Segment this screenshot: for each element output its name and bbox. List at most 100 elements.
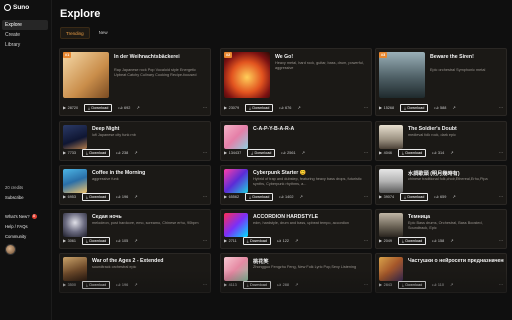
share-icon[interactable]: ↗ bbox=[452, 195, 455, 199]
share-icon[interactable]: ↗ bbox=[134, 239, 137, 243]
share-icon[interactable]: ↗ bbox=[450, 151, 453, 155]
cover-art[interactable] bbox=[63, 52, 109, 98]
song-title[interactable]: In der Weihnachtsbäckerei bbox=[114, 54, 208, 60]
song-title[interactable]: Cyberpunk Starter 😊 bbox=[253, 170, 369, 176]
like-button[interactable]: 👍︎ 122 bbox=[277, 239, 289, 244]
share-icon[interactable]: ↗ bbox=[302, 151, 305, 155]
song-title[interactable]: Частушки о нейросети предназначение bbox=[408, 258, 504, 264]
song-card[interactable]: #3 Beware the Siren! Epic orchestral Symph… bbox=[375, 48, 507, 116]
cover-art[interactable] bbox=[63, 213, 87, 237]
like-button[interactable]: 👍︎ 1402 bbox=[279, 195, 293, 200]
cover-art[interactable] bbox=[379, 169, 403, 193]
song-card[interactable]: ACCORDION HARDSTYLE edm, hardstyle, drum … bbox=[220, 209, 372, 249]
song-title[interactable]: 桃花笑 bbox=[253, 258, 369, 265]
more-options-icon[interactable]: ⋯ bbox=[203, 106, 207, 110]
download-button[interactable]: ⤓Download bbox=[398, 149, 427, 157]
like-button[interactable]: 👍︎ 588 bbox=[434, 106, 446, 111]
song-card[interactable]: Темница Epic Bass drums, Orchestral, Bass… bbox=[375, 209, 507, 249]
sidebar-item-library[interactable]: Library bbox=[2, 40, 48, 50]
play-count[interactable]: ▶ 7733 bbox=[63, 151, 76, 156]
tab-trending[interactable]: Trending bbox=[60, 27, 90, 39]
download-button[interactable]: ⤓Download bbox=[245, 193, 274, 201]
song-title[interactable]: ACCORDION HARDSTYLE bbox=[253, 214, 369, 220]
share-icon[interactable]: ↗ bbox=[295, 239, 298, 243]
download-button[interactable]: ⤓Download bbox=[245, 104, 274, 112]
song-card[interactable]: 水調歌頭 (明月幾時有) chinese traditional folk,cho… bbox=[375, 165, 507, 205]
share-icon[interactable]: ↗ bbox=[297, 106, 300, 110]
play-count[interactable]: ▶ 39074 bbox=[379, 195, 394, 200]
play-count[interactable]: ▶ 2049 bbox=[379, 239, 392, 244]
share-icon[interactable]: ↗ bbox=[136, 106, 139, 110]
play-count[interactable]: ▶ 65562 bbox=[224, 195, 239, 200]
cover-art[interactable] bbox=[379, 52, 425, 98]
play-count[interactable]: ▶ 2711 bbox=[224, 239, 237, 244]
download-button[interactable]: ⤓Download bbox=[247, 149, 276, 157]
more-options-icon[interactable]: ⋯ bbox=[364, 106, 368, 110]
play-count[interactable]: ▶ 134437 bbox=[224, 151, 241, 156]
song-card[interactable]: Coffee in the Morning aggressive funk ▶ 695… bbox=[59, 165, 211, 205]
download-button[interactable]: ⤓Download bbox=[398, 237, 427, 245]
community-link[interactable]: Community bbox=[5, 234, 50, 239]
share-icon[interactable]: ↗ bbox=[134, 151, 137, 155]
play-count[interactable]: ▶ 3061 bbox=[63, 239, 76, 244]
more-options-icon[interactable]: ⋯ bbox=[203, 239, 207, 243]
like-button[interactable]: 👍︎ 105 bbox=[116, 239, 128, 244]
more-options-icon[interactable]: ⋯ bbox=[364, 239, 368, 243]
song-title[interactable]: Темница bbox=[408, 214, 504, 220]
share-icon[interactable]: ↗ bbox=[450, 239, 453, 243]
play-count[interactable]: ▶ 4046 bbox=[379, 151, 392, 156]
like-button[interactable]: 👍︎ 158 bbox=[432, 239, 444, 244]
like-button[interactable]: 👍︎ 238 bbox=[116, 151, 128, 156]
sidebar-item-explore[interactable]: Explore bbox=[2, 20, 48, 30]
song-card[interactable]: Deep Night lofi Japanese city funk rnb ▶ 77… bbox=[59, 121, 211, 161]
cover-art[interactable] bbox=[63, 169, 87, 193]
download-button[interactable]: ⤓Download bbox=[400, 193, 429, 201]
user-avatar[interactable] bbox=[5, 244, 16, 255]
cover-art[interactable] bbox=[63, 125, 87, 149]
like-button[interactable]: 👍︎ 676 bbox=[279, 106, 291, 111]
share-icon[interactable]: ↗ bbox=[452, 106, 455, 110]
download-button[interactable]: ⤓Download bbox=[84, 104, 113, 112]
download-button[interactable]: ⤓Download bbox=[242, 237, 271, 245]
more-options-icon[interactable]: ⋯ bbox=[364, 151, 368, 155]
suno-logo[interactable]: Suno bbox=[4, 4, 29, 11]
more-options-icon[interactable]: ⋯ bbox=[499, 106, 503, 110]
tab-new[interactable]: New bbox=[94, 27, 113, 39]
song-title[interactable]: Седая ночь bbox=[92, 214, 208, 220]
like-button[interactable]: 👍︎ 692 bbox=[118, 106, 130, 111]
play-count[interactable]: ▶ 15268 bbox=[379, 106, 394, 111]
play-count[interactable]: ▶ 23079 bbox=[224, 106, 239, 111]
song-title[interactable]: Beware the Siren! bbox=[430, 54, 504, 60]
song-card[interactable]: Cyberpunk Starter 😊 Hybrid of trap and du… bbox=[220, 165, 372, 205]
more-options-icon[interactable]: ⋯ bbox=[203, 151, 207, 155]
more-options-icon[interactable]: ⋯ bbox=[364, 195, 368, 199]
sidebar-item-create[interactable]: Create bbox=[2, 30, 48, 40]
download-button[interactable]: ⤓Download bbox=[82, 193, 111, 201]
song-title[interactable]: 水調歌頭 (明月幾時有) bbox=[408, 170, 504, 177]
song-title[interactable]: Deep Night bbox=[92, 126, 208, 132]
more-options-icon[interactable]: ⋯ bbox=[499, 195, 503, 199]
download-button[interactable]: ⤓Download bbox=[400, 104, 429, 112]
more-options-icon[interactable]: ⋯ bbox=[203, 195, 207, 199]
song-card[interactable]: C-A-P-Y-B-A-R-A ▶ 134437 ⤓ Download 👍︎ 2561 ↗ ⋯ bbox=[220, 121, 372, 161]
song-title[interactable]: Coffee in the Morning bbox=[92, 170, 208, 176]
song-title[interactable]: We Go! bbox=[275, 54, 369, 60]
cover-art[interactable] bbox=[224, 52, 270, 98]
like-button[interactable]: 👍︎ 2561 bbox=[281, 151, 295, 156]
cover-art[interactable] bbox=[224, 213, 248, 237]
download-button[interactable]: ⤓Download bbox=[82, 149, 111, 157]
download-button[interactable]: ⤓Download bbox=[82, 237, 111, 245]
cover-art[interactable] bbox=[224, 125, 248, 149]
subscribe-link[interactable]: Subscribe bbox=[5, 195, 50, 200]
share-icon[interactable]: ↗ bbox=[134, 195, 137, 199]
more-options-icon[interactable]: ⋯ bbox=[499, 151, 503, 155]
more-options-icon[interactable]: ⋯ bbox=[499, 239, 503, 243]
song-card[interactable]: The Soldier's Doubt medieval folk rock, d… bbox=[375, 121, 507, 161]
song-card[interactable]: #2 We Go! Heavy metal, hard rock, guitar, … bbox=[220, 48, 372, 116]
like-button[interactable]: 👍︎ 659 bbox=[434, 195, 446, 200]
cover-art[interactable] bbox=[224, 169, 248, 193]
share-icon[interactable]: ↗ bbox=[299, 195, 302, 199]
like-button[interactable]: 👍︎ 314 bbox=[432, 151, 444, 156]
song-card[interactable]: Седая ночь melodeon, post hardcore, emo, … bbox=[59, 209, 211, 249]
song-title[interactable]: C-A-P-Y-B-A-R-A bbox=[253, 126, 369, 132]
